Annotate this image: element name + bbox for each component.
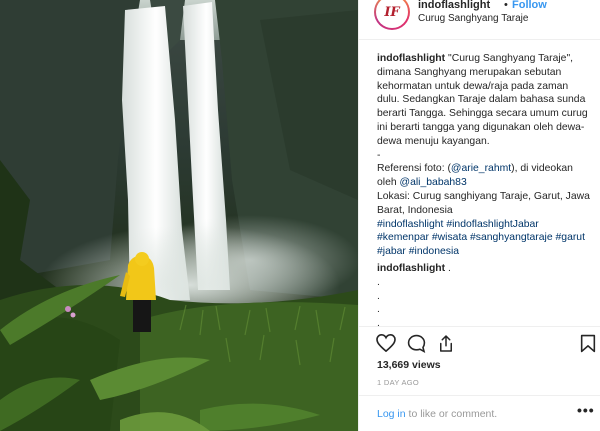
post-details-panel: IF indoflashlight • Follow Curug Sanghya…	[358, 0, 600, 431]
hashtag-link[interactable]: #sanghyangtaraje	[470, 232, 553, 243]
heart-icon	[376, 334, 396, 352]
comment-text: .	[448, 263, 451, 274]
caption-dash: -	[377, 149, 381, 161]
hashtag-link[interactable]: #garut	[556, 232, 585, 243]
hashtag-link[interactable]: #kemenpar	[377, 232, 429, 243]
location-link[interactable]: Curug Sanghyang Taraje	[418, 13, 528, 24]
hashtag-link[interactable]: #wisata	[432, 232, 467, 243]
hashtag-link[interactable]: #jabar	[377, 246, 406, 257]
comment-button[interactable]	[405, 332, 427, 354]
comment: indoflashlight . . . . .	[377, 262, 592, 331]
post-timestamp[interactable]: 1 DAY AGO	[377, 378, 419, 387]
login-prompt-text: to like or comment.	[405, 408, 498, 420]
avatar-initials: IF	[376, 0, 408, 28]
waterfall-photo-illustration	[0, 0, 358, 431]
caption-location-line: Lokasi: Curug sanghiyang Taraje, Garut, …	[377, 190, 590, 216]
save-button[interactable]	[577, 332, 599, 354]
hashtag-link[interactable]: #indonesia	[409, 246, 459, 257]
post-caption: indoflashlight "Curug Sanghyang Taraje",…	[377, 52, 592, 259]
caption-hashtags: #indoflashlight #indoflashlightJabar #ke…	[377, 218, 592, 259]
footer-divider	[359, 395, 600, 396]
mention-link[interactable]: @ali_babah83	[400, 177, 467, 188]
header-separator: •	[504, 0, 508, 11]
actions-divider	[359, 326, 600, 327]
share-button[interactable]	[435, 332, 457, 354]
login-prompt: Log in to like or comment.	[377, 408, 497, 420]
views-count[interactable]: 13,669 views	[377, 359, 441, 371]
username-link[interactable]: indoflashlight	[418, 0, 490, 11]
follow-button[interactable]: Follow	[512, 0, 547, 11]
mention-link[interactable]: @arie_rahmt	[451, 163, 511, 174]
post-header: IF indoflashlight • Follow Curug Sanghya…	[359, 0, 600, 34]
comment-line: .	[377, 318, 380, 330]
header-divider	[359, 39, 600, 40]
comment-line: .	[377, 304, 380, 316]
avatar[interactable]: IF	[374, 0, 410, 30]
comment-line: .	[377, 290, 380, 302]
bookmark-icon	[580, 334, 596, 352]
comment-line: .	[377, 276, 380, 288]
caption-author-link[interactable]: indoflashlight	[377, 53, 445, 64]
caption-text: "Curug Sanghyang Taraje", dimana Sanghya…	[377, 53, 588, 147]
like-button[interactable]	[375, 332, 397, 354]
comment-author-link[interactable]: indoflashlight	[377, 263, 445, 274]
hashtag-link[interactable]: #indoflashlight	[377, 219, 443, 230]
login-link[interactable]: Log in	[377, 408, 406, 420]
comment-bubble-icon	[407, 334, 425, 353]
post-photo[interactable]	[0, 0, 358, 431]
more-options-button[interactable]: •••	[577, 402, 595, 418]
caption-ref-prefix: Referensi foto: (	[377, 163, 451, 175]
share-icon	[440, 334, 452, 352]
hashtag-link[interactable]: #indoflashlightJabar	[446, 219, 538, 230]
